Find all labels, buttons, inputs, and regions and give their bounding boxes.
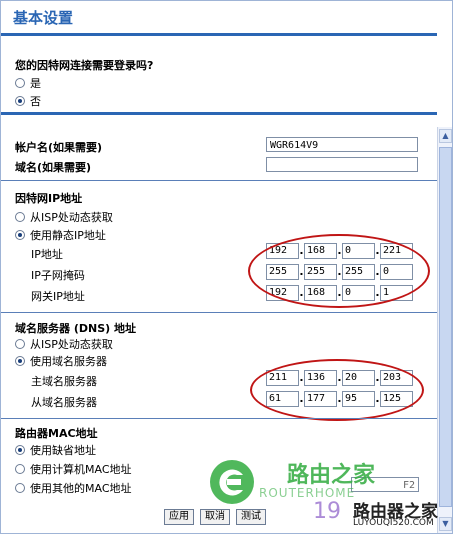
mac-address-input[interactable]: F2 (351, 477, 419, 492)
scroll-up-arrow-icon[interactable]: ▲ (439, 129, 452, 143)
mac-computer-label: 使用计算机MAC地址 (30, 463, 132, 476)
vertical-scrollbar[interactable]: ▲ ▼ (437, 127, 452, 533)
internet-ip-heading: 因特网IP地址 (15, 192, 83, 205)
radio-button[interactable] (15, 78, 25, 88)
watermark-en-text: ROUTERHOME (259, 486, 356, 500)
ip-dynamic-option[interactable]: 从ISP处动态获取 (15, 209, 113, 225)
primary-dns-label: 主域名服务器 (31, 375, 97, 388)
dns-dynamic-label: 从ISP处动态获取 (30, 338, 113, 351)
page-title: 基本设置 (13, 9, 74, 27)
cancel-button[interactable]: 取消 (200, 509, 230, 525)
router-home-logo-icon (210, 460, 254, 504)
login-question: 您的因特网连接需要登录吗? (15, 59, 154, 72)
domain-name-input[interactable] (266, 157, 418, 172)
section-divider (1, 312, 437, 313)
title-divider (1, 33, 437, 36)
radio-button[interactable] (15, 445, 25, 455)
radio-button[interactable] (15, 212, 25, 222)
domain-name-label: 域名(如果需要) (15, 161, 92, 174)
login-option-yes-label: 是 (30, 77, 41, 90)
scroll-down-arrow-icon[interactable]: ▼ (439, 517, 452, 531)
mac-computer-option[interactable]: 使用计算机MAC地址 (15, 461, 132, 477)
dns-heading: 域名服务器 (DNS) 地址 (15, 322, 136, 335)
ip-static-label: 使用静态IP地址 (30, 229, 106, 242)
dns-static-label: 使用域名服务器 (30, 355, 107, 368)
mac-default-label: 使用缺省地址 (30, 444, 96, 457)
account-name-input[interactable]: WGR614V9 (266, 137, 418, 152)
login-option-yes[interactable]: 是 (15, 75, 41, 91)
annotation-ellipse (250, 359, 424, 421)
radio-button[interactable] (15, 464, 25, 474)
watermark-ip-fragment: 19 (313, 499, 341, 524)
radio-button[interactable] (15, 230, 25, 240)
mac-default-option[interactable]: 使用缺省地址 (15, 442, 96, 458)
watermark-logo-text: 路由器之家 (353, 502, 438, 522)
settings-panel: 基本设置 您的因特网连接需要登录吗? 是 否 帐户名(如果需要) WGR614V… (0, 0, 453, 534)
radio-button[interactable] (15, 96, 25, 106)
ip-dynamic-label: 从ISP处动态获取 (30, 211, 113, 224)
secondary-dns-label: 从域名服务器 (31, 396, 97, 409)
section-divider (1, 112, 437, 115)
section-divider (1, 418, 437, 419)
ip-address-label: IP地址 (31, 248, 63, 261)
mac-heading: 路由器MAC地址 (15, 427, 98, 440)
dns-static-option[interactable]: 使用域名服务器 (15, 353, 107, 369)
mac-other-option[interactable]: 使用其他的MAC地址 (15, 480, 132, 496)
radio-button[interactable] (15, 356, 25, 366)
gateway-ip-label: 网关IP地址 (31, 290, 85, 303)
ip-static-option[interactable]: 使用静态IP地址 (15, 227, 106, 243)
scrollbar-thumb[interactable] (439, 147, 452, 507)
apply-button[interactable]: 应用 (164, 509, 194, 525)
login-option-no[interactable]: 否 (15, 93, 41, 109)
radio-button[interactable] (15, 339, 25, 349)
mac-other-label: 使用其他的MAC地址 (30, 482, 132, 495)
annotation-ellipse (248, 234, 430, 308)
account-name-label: 帐户名(如果需要) (15, 141, 103, 154)
subnet-mask-label: IP子网掩码 (31, 269, 85, 282)
radio-button[interactable] (15, 483, 25, 493)
test-button[interactable]: 测试 (236, 509, 266, 525)
section-divider (1, 180, 437, 181)
watermark-url-text: LUYOUQI520.COM (353, 518, 434, 528)
dns-dynamic-option[interactable]: 从ISP处动态获取 (15, 336, 113, 352)
login-option-no-label: 否 (30, 95, 41, 108)
